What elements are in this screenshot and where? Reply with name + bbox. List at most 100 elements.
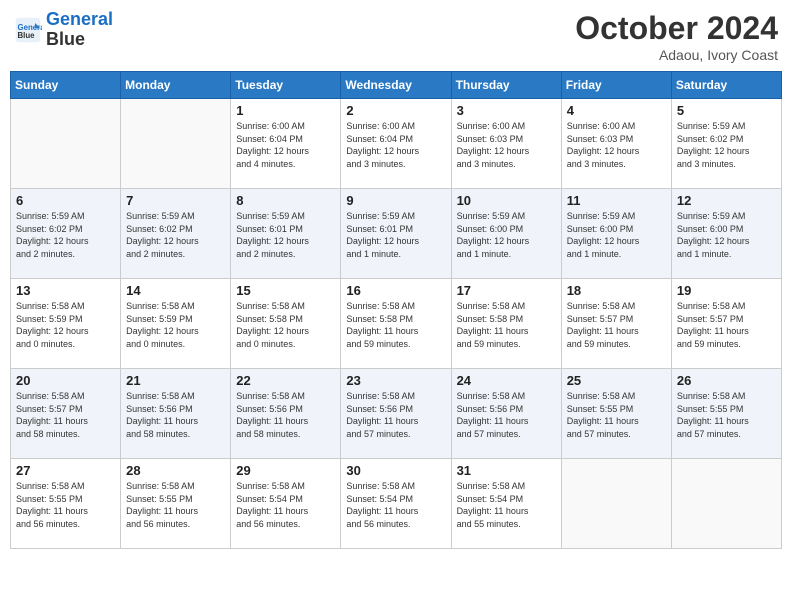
day-info: Sunrise: 5:58 AM Sunset: 5:54 PM Dayligh… — [236, 480, 335, 530]
calendar-cell: 19Sunrise: 5:58 AM Sunset: 5:57 PM Dayli… — [671, 279, 781, 369]
day-number: 14 — [126, 283, 225, 298]
day-number: 4 — [567, 103, 666, 118]
day-number: 22 — [236, 373, 335, 388]
day-info: Sunrise: 5:58 AM Sunset: 5:54 PM Dayligh… — [346, 480, 445, 530]
day-number: 28 — [126, 463, 225, 478]
day-info: Sunrise: 5:58 AM Sunset: 5:58 PM Dayligh… — [457, 300, 556, 350]
calendar-cell — [671, 459, 781, 549]
calendar-cell: 13 Sunrise: 5:58 AM Sunset: 5:59 PM Dayli… — [11, 279, 121, 369]
calendar-cell: 21 Sunrise: 5:58 AM Sunset: 5:56 PM Dayli… — [121, 369, 231, 459]
day-info: Sunrise: 5:58 AM Sunset: 5:56 PM Dayligh… — [346, 390, 445, 440]
calendar-cell: 3 Sunrise: 6:00 AM Sunset: 6:03 PM Daylig… — [451, 99, 561, 189]
day-info: Sunrise: 6:00 AM Sunset: 6:04 PM Dayligh… — [346, 120, 445, 170]
calendar-cell: 24 Sunrise: 5:58 AM Sunset: 5:56 PM Dayli… — [451, 369, 561, 459]
day-info: Sunrise: 5:58 AM Sunset: 5:56 PM Dayligh… — [457, 390, 556, 440]
day-info: Sunrise: 5:59 AM Sunset: 6:02 PM Dayligh… — [126, 210, 225, 260]
calendar-table: SundayMondayTuesdayWednesdayThursdayFrid… — [10, 71, 782, 549]
calendar-week-4: 20Sunrise: 5:58 AM Sunset: 5:57 PM Dayli… — [11, 369, 782, 459]
calendar-cell — [561, 459, 671, 549]
day-info: Sunrise: 5:58 AM Sunset: 5:55 PM Dayligh… — [677, 390, 776, 440]
day-number: 13 — [16, 283, 115, 298]
day-info: Sunrise: 5:58 AM Sunset: 5:59 PM Dayligh… — [126, 300, 225, 350]
logo-icon: General Blue — [14, 16, 42, 44]
day-info: Sunrise: 5:59 AM Sunset: 6:00 PM Dayligh… — [457, 210, 556, 260]
weekday-header-friday: Friday — [561, 72, 671, 99]
weekday-header-thursday: Thursday — [451, 72, 561, 99]
header: General Blue General Blue October 2024 A… — [10, 10, 782, 63]
weekday-header-monday: Monday — [121, 72, 231, 99]
logo: General Blue General Blue — [14, 10, 113, 50]
day-info: Sunrise: 5:59 AM Sunset: 6:02 PM Dayligh… — [16, 210, 115, 260]
weekday-header-tuesday: Tuesday — [231, 72, 341, 99]
day-number: 21 — [126, 373, 225, 388]
day-number: 24 — [457, 373, 556, 388]
logo-general: General — [46, 9, 113, 29]
day-number: 7 — [126, 193, 225, 208]
calendar-cell: 26 Sunrise: 5:58 AM Sunset: 5:55 PM Dayli… — [671, 369, 781, 459]
day-number: 26 — [677, 373, 776, 388]
day-info: Sunrise: 5:58 AM Sunset: 5:55 PM Dayligh… — [16, 480, 115, 530]
day-info: Sunrise: 5:59 AM Sunset: 6:01 PM Dayligh… — [236, 210, 335, 260]
day-number: 23 — [346, 373, 445, 388]
weekday-header-saturday: Saturday — [671, 72, 781, 99]
day-info: Sunrise: 5:59 AM Sunset: 6:01 PM Dayligh… — [346, 210, 445, 260]
calendar-cell: 27 Sunrise: 5:58 AM Sunset: 5:55 PM Dayli… — [11, 459, 121, 549]
day-number: 15 — [236, 283, 335, 298]
day-info: Sunrise: 6:00 AM Sunset: 6:04 PM Dayligh… — [236, 120, 335, 170]
calendar-cell: 7 Sunrise: 5:59 AM Sunset: 6:02 PM Daylig… — [121, 189, 231, 279]
day-info: Sunrise: 5:58 AM Sunset: 5:58 PM Dayligh… — [236, 300, 335, 350]
title-area: October 2024 Adaou, Ivory Coast — [575, 10, 778, 63]
calendar-cell: 20Sunrise: 5:58 AM Sunset: 5:57 PM Dayli… — [11, 369, 121, 459]
day-number: 1 — [236, 103, 335, 118]
calendar-week-3: 13 Sunrise: 5:58 AM Sunset: 5:59 PM Dayli… — [11, 279, 782, 369]
location-title: Adaou, Ivory Coast — [575, 47, 778, 63]
calendar-week-2: 6 Sunrise: 5:59 AM Sunset: 6:02 PM Daylig… — [11, 189, 782, 279]
day-number: 2 — [346, 103, 445, 118]
svg-text:Blue: Blue — [18, 31, 36, 40]
calendar-cell: 17 Sunrise: 5:58 AM Sunset: 5:58 PM Dayli… — [451, 279, 561, 369]
weekday-header-sunday: Sunday — [11, 72, 121, 99]
calendar-cell: 22Sunrise: 5:58 AM Sunset: 5:56 PM Dayli… — [231, 369, 341, 459]
day-number: 27 — [16, 463, 115, 478]
calendar-cell: 18 Sunrise: 5:58 AM Sunset: 5:57 PM Dayli… — [561, 279, 671, 369]
calendar-week-5: 27 Sunrise: 5:58 AM Sunset: 5:55 PM Dayli… — [11, 459, 782, 549]
day-info: Sunrise: 5:59 AM Sunset: 6:00 PM Dayligh… — [677, 210, 776, 260]
day-number: 25 — [567, 373, 666, 388]
day-number: 12 — [677, 193, 776, 208]
day-info: Sunrise: 5:58 AM Sunset: 5:57 PM Dayligh… — [567, 300, 666, 350]
day-number: 9 — [346, 193, 445, 208]
day-info: Sunrise: 5:58 AM Sunset: 5:59 PM Dayligh… — [16, 300, 115, 350]
day-number: 30 — [346, 463, 445, 478]
day-info: Sunrise: 5:59 AM Sunset: 6:02 PM Dayligh… — [677, 120, 776, 170]
month-title: October 2024 — [575, 10, 778, 47]
day-info: Sunrise: 5:58 AM Sunset: 5:58 PM Dayligh… — [346, 300, 445, 350]
calendar-cell: 4 Sunrise: 6:00 AM Sunset: 6:03 PM Daylig… — [561, 99, 671, 189]
day-number: 16 — [346, 283, 445, 298]
day-number: 18 — [567, 283, 666, 298]
calendar-cell: 14 Sunrise: 5:58 AM Sunset: 5:59 PM Dayli… — [121, 279, 231, 369]
weekday-header-row: SundayMondayTuesdayWednesdayThursdayFrid… — [11, 72, 782, 99]
calendar-cell: 31Sunrise: 5:58 AM Sunset: 5:54 PM Dayli… — [451, 459, 561, 549]
calendar-cell: 12 Sunrise: 5:59 AM Sunset: 6:00 PM Dayli… — [671, 189, 781, 279]
day-info: Sunrise: 6:00 AM Sunset: 6:03 PM Dayligh… — [457, 120, 556, 170]
day-number: 10 — [457, 193, 556, 208]
calendar-cell: 5 Sunrise: 5:59 AM Sunset: 6:02 PM Daylig… — [671, 99, 781, 189]
calendar-cell: 1 Sunrise: 6:00 AM Sunset: 6:04 PM Daylig… — [231, 99, 341, 189]
day-number: 20 — [16, 373, 115, 388]
day-info: Sunrise: 5:58 AM Sunset: 5:55 PM Dayligh… — [567, 390, 666, 440]
day-number: 5 — [677, 103, 776, 118]
calendar-cell: 23 Sunrise: 5:58 AM Sunset: 5:56 PM Dayli… — [341, 369, 451, 459]
day-info: Sunrise: 6:00 AM Sunset: 6:03 PM Dayligh… — [567, 120, 666, 170]
calendar-cell — [11, 99, 121, 189]
calendar-cell: 9 Sunrise: 5:59 AM Sunset: 6:01 PM Daylig… — [341, 189, 451, 279]
day-number: 6 — [16, 193, 115, 208]
day-number: 17 — [457, 283, 556, 298]
logo-blue: Blue — [46, 29, 85, 49]
day-info: Sunrise: 5:58 AM Sunset: 5:56 PM Dayligh… — [126, 390, 225, 440]
day-number: 31 — [457, 463, 556, 478]
calendar-cell — [121, 99, 231, 189]
calendar-week-1: 1 Sunrise: 6:00 AM Sunset: 6:04 PM Daylig… — [11, 99, 782, 189]
day-number: 11 — [567, 193, 666, 208]
day-number: 3 — [457, 103, 556, 118]
calendar-cell: 11Sunrise: 5:59 AM Sunset: 6:00 PM Dayli… — [561, 189, 671, 279]
